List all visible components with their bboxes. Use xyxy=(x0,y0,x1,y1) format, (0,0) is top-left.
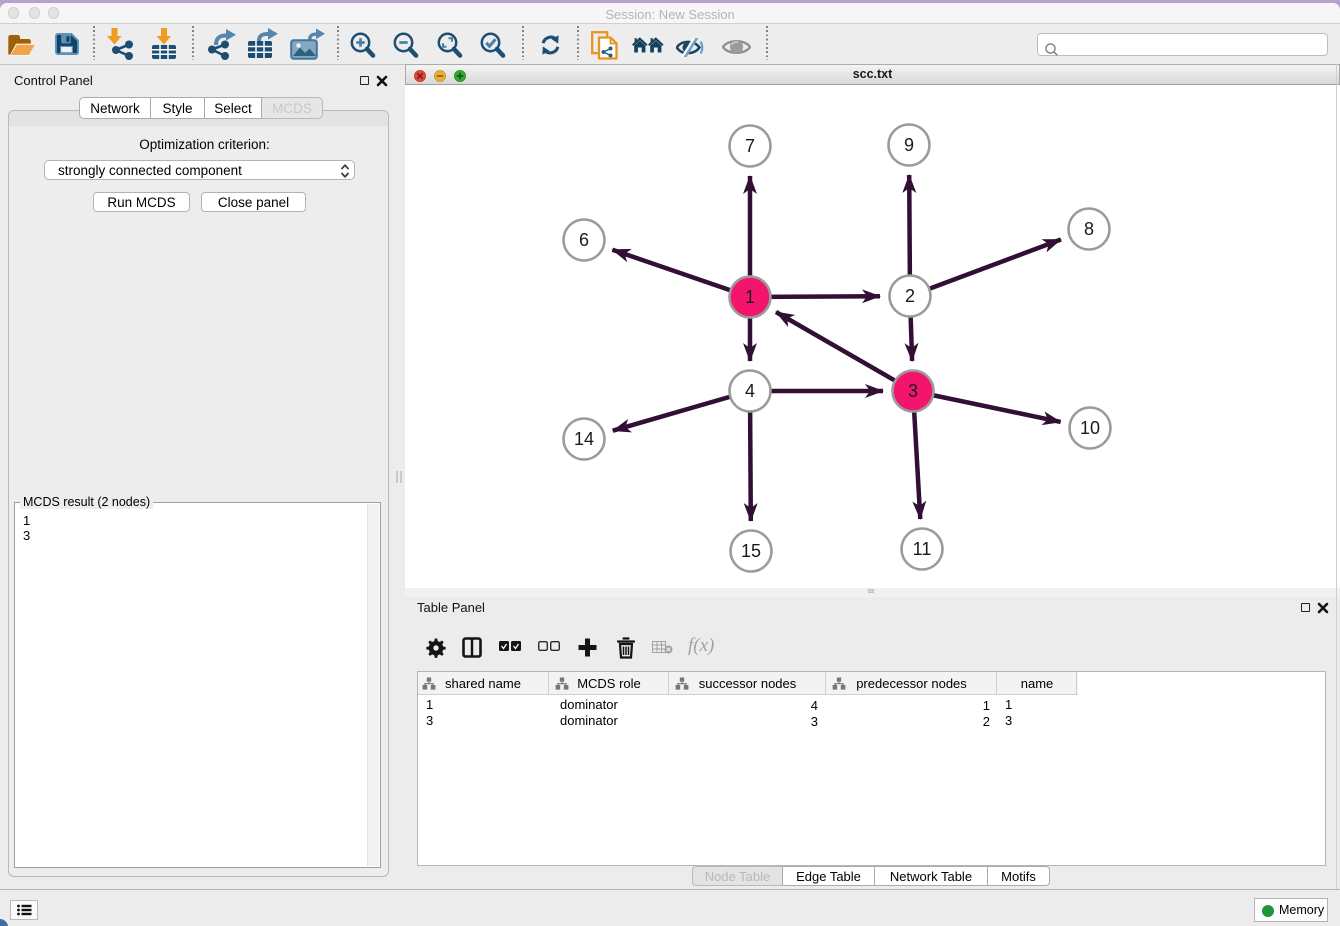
svg-text:1: 1 xyxy=(745,287,755,307)
svg-text:14: 14 xyxy=(574,429,594,449)
svg-text:9: 9 xyxy=(904,135,914,155)
svg-text:8: 8 xyxy=(1084,219,1094,239)
svg-text:2: 2 xyxy=(905,286,915,306)
svg-text:15: 15 xyxy=(741,541,761,561)
svg-text:11: 11 xyxy=(913,539,932,559)
svg-text:7: 7 xyxy=(745,136,755,156)
svg-text:6: 6 xyxy=(579,230,589,250)
svg-text:4: 4 xyxy=(745,381,755,401)
svg-text:3: 3 xyxy=(908,381,918,401)
svg-text:10: 10 xyxy=(1080,418,1100,438)
